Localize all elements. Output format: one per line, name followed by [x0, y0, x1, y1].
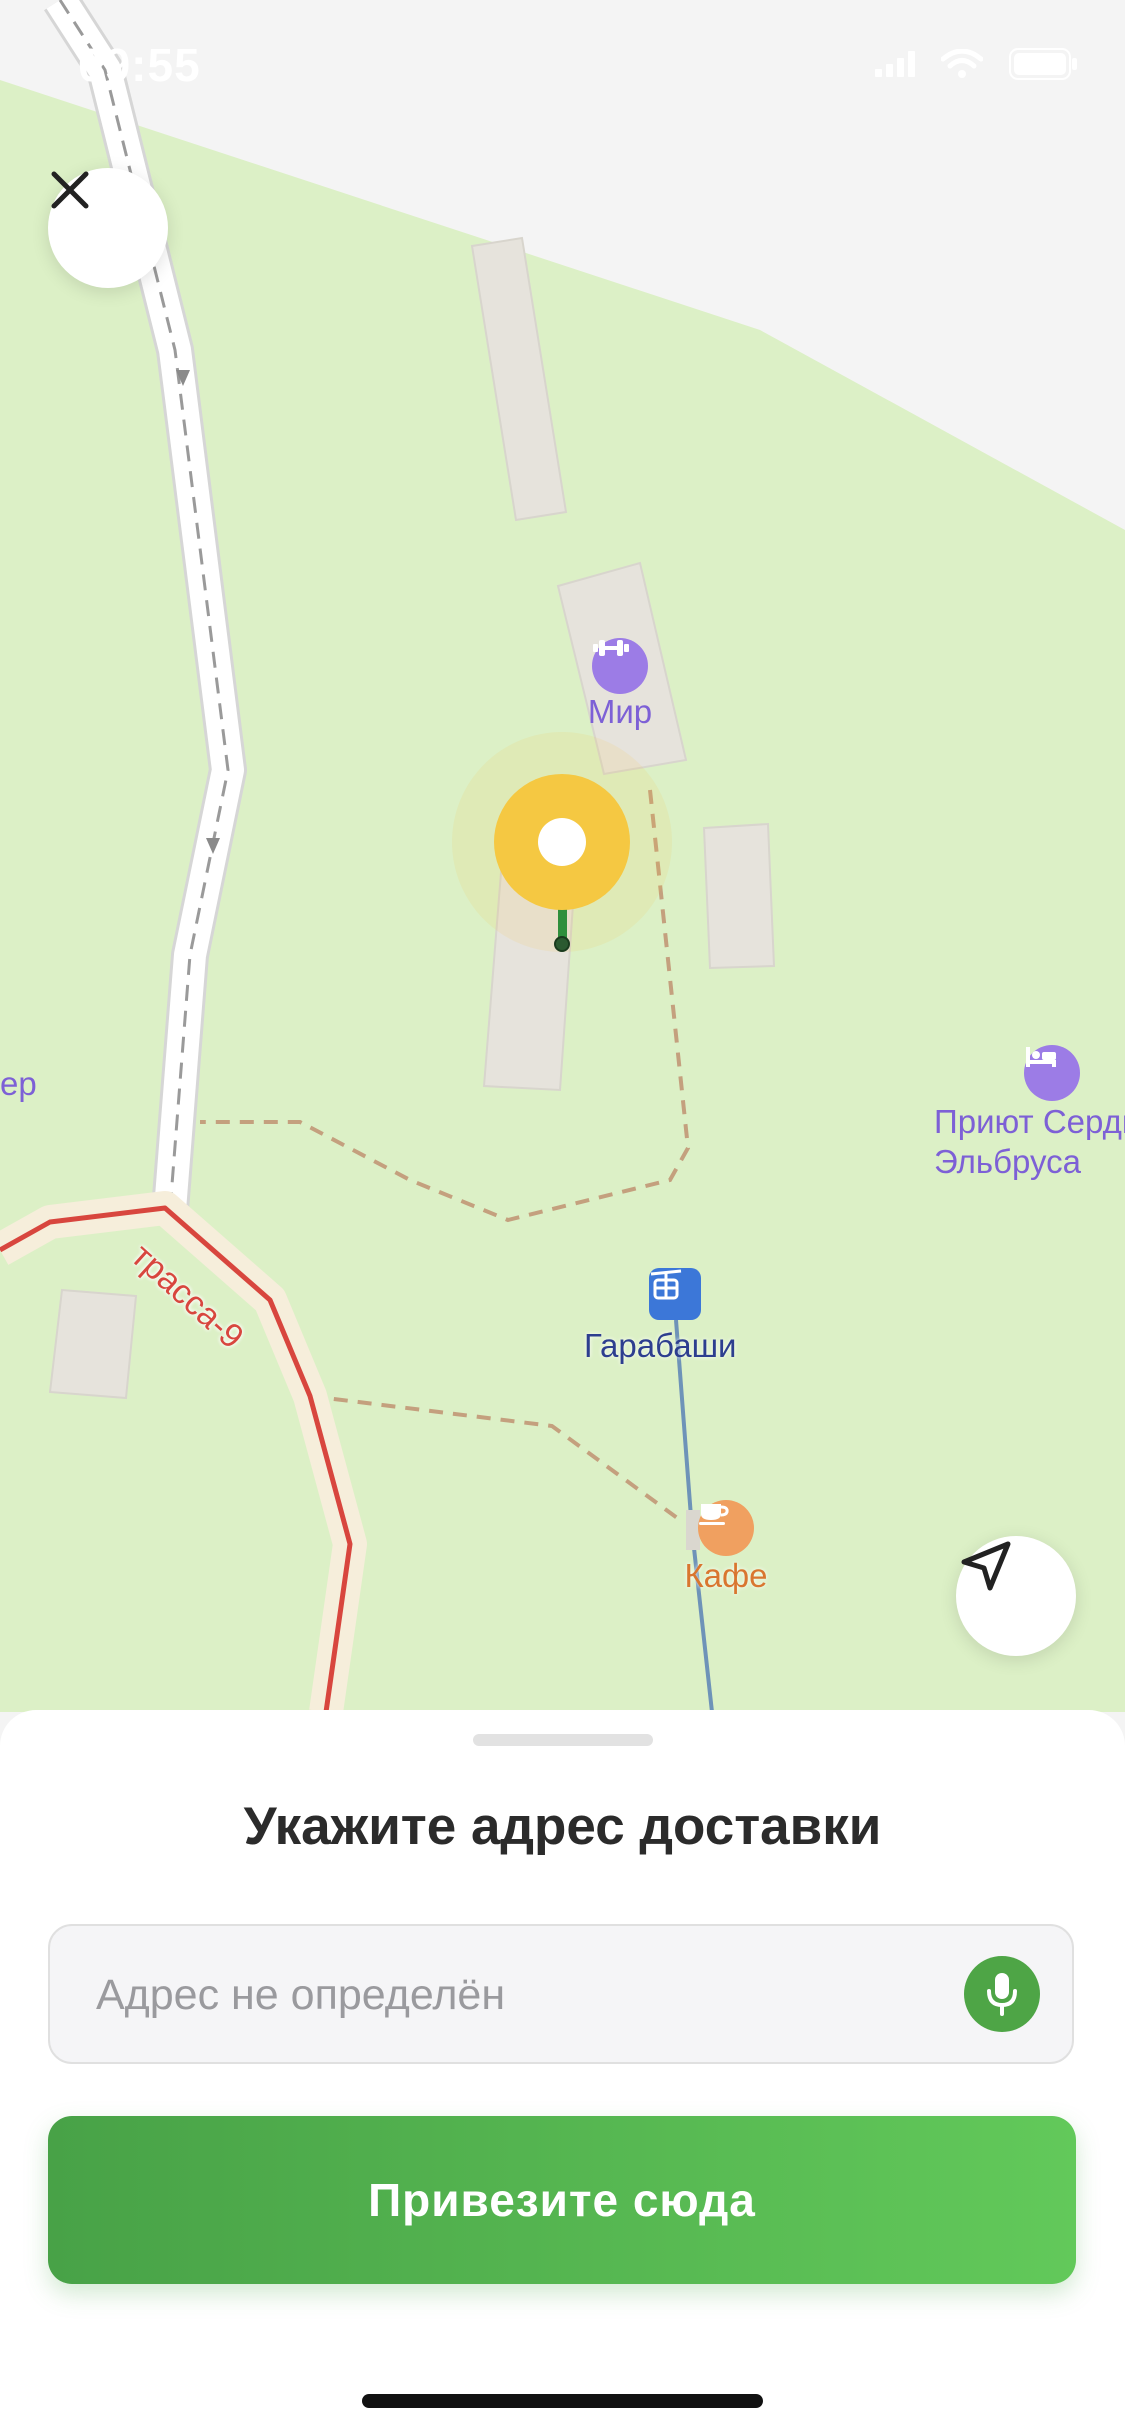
- wifi-icon: [941, 49, 983, 78]
- close-icon: [51, 171, 89, 209]
- status-icons: [875, 48, 1079, 80]
- signal-icon: [875, 51, 915, 77]
- navigation-arrow-icon: [961, 1541, 1011, 1591]
- building: [702, 822, 776, 970]
- deliver-here-button[interactable]: Привезите сюда: [48, 2116, 1076, 2284]
- battery-icon: [1009, 48, 1077, 80]
- hotel-icon[interactable]: [1024, 1045, 1080, 1101]
- poi-label-garabashi[interactable]: Гарабаши: [584, 1326, 736, 1366]
- close-button[interactable]: [48, 168, 168, 288]
- my-location-button[interactable]: [956, 1536, 1076, 1656]
- voice-input-button[interactable]: [964, 1956, 1040, 2032]
- address-field[interactable]: [48, 1924, 1074, 2064]
- poi-label-cut[interactable]: ер: [0, 1064, 37, 1104]
- dumbbell-icon: [593, 640, 629, 656]
- gondola-icon: [650, 1269, 682, 1300]
- map-view[interactable]: трасса-9 Мир Приют Сердце Эльбруса ер: [0, 0, 1125, 1712]
- building: [48, 1288, 138, 1400]
- status-bar: 09:55: [0, 0, 1125, 140]
- pin-center: [538, 818, 586, 866]
- cable-car-icon[interactable]: [649, 1268, 701, 1320]
- coffee-cup-icon: [699, 1504, 729, 1525]
- cafe-icon[interactable]: [698, 1500, 754, 1556]
- poi-label-shelter[interactable]: Приют Сердце Эльбруса: [934, 1102, 1125, 1181]
- address-bottom-sheet: Укажите адрес доставки Привезите сюда: [0, 1710, 1125, 2436]
- bed-icon: [1026, 1047, 1056, 1067]
- sheet-title: Укажите адрес доставки: [243, 1797, 882, 1856]
- sheet-grabber[interactable]: [473, 1734, 653, 1746]
- pin-point: [554, 936, 570, 952]
- address-input[interactable]: [94, 1926, 978, 2064]
- map-canvas[interactable]: [0, 0, 1125, 1712]
- microphone-icon: [987, 1973, 1017, 2016]
- status-time: 09:55: [78, 39, 201, 91]
- poi-label-mir[interactable]: Мир: [572, 692, 668, 732]
- home-indicator[interactable]: [362, 2394, 763, 2408]
- fitness-icon[interactable]: [592, 638, 648, 694]
- poi-label-cafe[interactable]: Кафе: [682, 1556, 770, 1596]
